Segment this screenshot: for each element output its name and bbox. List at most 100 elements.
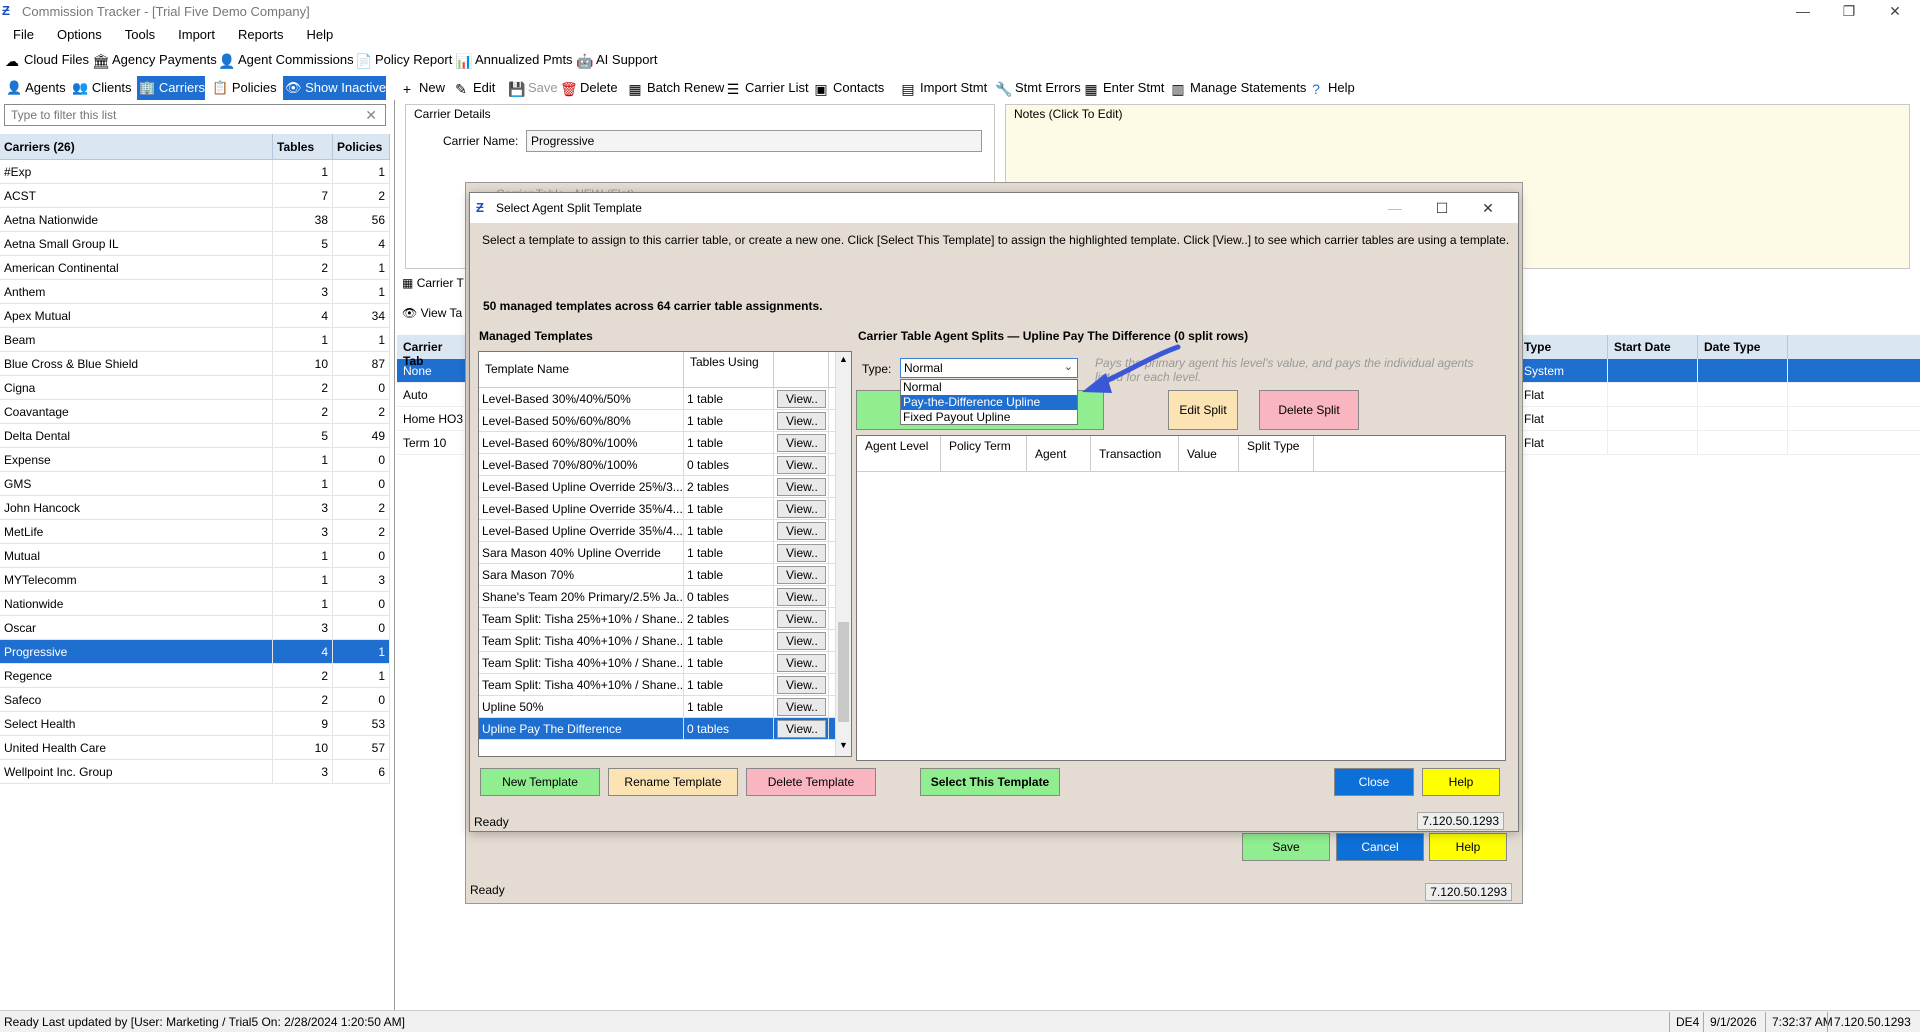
delete-split-button[interactable]: Delete Split xyxy=(1259,390,1359,430)
view-template-button[interactable]: View.. xyxy=(777,632,826,650)
carrier-row[interactable]: Mutual 1 0 xyxy=(0,544,390,568)
carrier-row[interactable]: Expense 1 0 xyxy=(0,448,390,472)
nav-agents[interactable]: 👤 Agents xyxy=(4,76,66,100)
col-split-type[interactable]: Split Type xyxy=(1239,436,1314,471)
template-row[interactable]: Team Split: Tisha 40%+10% / Shane... 1 ta… xyxy=(479,674,851,696)
col-start-date[interactable]: Start Date xyxy=(1608,335,1698,359)
type-option-pay-the-difference[interactable]: Pay-the-Difference Upline xyxy=(901,395,1077,410)
carrier-row[interactable]: #Exp 1 1 xyxy=(0,160,390,184)
maximize-button[interactable]: ❐ xyxy=(1826,0,1872,24)
template-row[interactable]: Team Split: Tisha 25%+10% / Shane... 2 ta… xyxy=(479,608,851,630)
save-button[interactable]: 💾 Save xyxy=(508,76,558,100)
template-row[interactable]: Sara Mason 70% 1 table View.. xyxy=(479,564,851,586)
view-template-button[interactable]: View.. xyxy=(777,588,826,606)
carrier-name-field[interactable]: Progressive xyxy=(526,130,982,152)
carrier-row[interactable]: Aetna Nationwide 38 56 xyxy=(0,208,390,232)
show-inactive-toggle[interactable]: 👁 Show Inactive xyxy=(283,76,386,100)
scroll-thumb[interactable] xyxy=(838,622,849,722)
agency-payments-button[interactable]: 🏛 Agency Payments xyxy=(92,48,217,72)
carrier-row[interactable]: MYTelecomm 1 3 xyxy=(0,568,390,592)
template-row[interactable]: Level-Based 50%/60%/80% 1 table View.. xyxy=(479,410,851,432)
carrier-row[interactable]: Nationwide 1 0 xyxy=(0,592,390,616)
template-row[interactable]: Shane's Team 20% Primary/2.5% Ja... 0 tab… xyxy=(479,586,851,608)
carrier-row[interactable]: Wellpoint Inc. Group 3 6 xyxy=(0,760,390,784)
carrier-row[interactable]: Blue Cross & Blue Shield 10 87 xyxy=(0,352,390,376)
agent-commissions-button[interactable]: 👤 Agent Commissions xyxy=(218,48,354,72)
col-tables-using[interactable]: Tables Using xyxy=(684,352,774,387)
menu-options[interactable]: Options xyxy=(44,24,112,42)
col-type[interactable]: Type xyxy=(1518,335,1608,359)
carrier-row[interactable]: Oscar 3 0 xyxy=(0,616,390,640)
new-button[interactable]: + New xyxy=(399,76,445,100)
back-save-button[interactable]: Save xyxy=(1242,833,1330,861)
view-template-button[interactable]: View.. xyxy=(777,676,826,694)
cloud-files-button[interactable]: ☁ Cloud Files xyxy=(4,48,89,72)
col-agent[interactable]: Agent xyxy=(1027,436,1091,471)
template-row[interactable]: Upline 50% 1 table View.. xyxy=(479,696,851,718)
nav-clients[interactable]: 👥 Clients xyxy=(70,76,132,100)
dialog-maximize-button[interactable]: ☐ xyxy=(1422,197,1462,219)
manage-statements-button[interactable]: ▥ Manage Statements xyxy=(1170,76,1306,100)
dialog-help-button[interactable]: Help xyxy=(1422,768,1500,796)
scroll-down-icon[interactable]: ▼ xyxy=(839,740,848,750)
type-select[interactable]: Normal ⌄ xyxy=(900,358,1078,378)
template-row[interactable]: Team Split: Tisha 40%+10% / Shane... 1 ta… xyxy=(479,652,851,674)
contacts-button[interactable]: ▣ Contacts xyxy=(813,76,884,100)
carrier-row[interactable]: Beam 1 1 xyxy=(0,328,390,352)
rename-template-button[interactable]: Rename Template xyxy=(608,768,738,796)
carrier-row[interactable]: ACST 7 2 xyxy=(0,184,390,208)
carrier-row[interactable]: Select Health 9 53 xyxy=(0,712,390,736)
dialog-close-btn[interactable]: Close xyxy=(1334,768,1414,796)
close-button[interactable]: ✕ xyxy=(1872,0,1918,24)
template-row[interactable]: Sara Mason 40% Upline Override 1 table Vie… xyxy=(479,542,851,564)
clear-filter-icon[interactable]: ✕ xyxy=(365,107,377,124)
col-policy-term[interactable]: Policy Term xyxy=(941,436,1027,471)
carrier-row[interactable]: Aetna Small Group IL 5 4 xyxy=(0,232,390,256)
col-template-name[interactable]: Template Name xyxy=(479,352,684,387)
filter-input[interactable] xyxy=(9,106,349,124)
tab-carrier-tables[interactable]: ▦ Carrier T xyxy=(402,276,464,290)
carrier-row[interactable]: Anthem 3 1 xyxy=(0,280,390,304)
view-template-button[interactable]: View.. xyxy=(777,478,826,496)
minimize-button[interactable]: — xyxy=(1780,0,1826,24)
carrier-row[interactable]: Cigna 2 0 xyxy=(0,376,390,400)
menu-help[interactable]: Help xyxy=(294,24,344,42)
carrier-row[interactable]: GMS 1 0 xyxy=(0,472,390,496)
ai-support-button[interactable]: 🤖 AI Support xyxy=(576,48,657,72)
stmt-errors-button[interactable]: 🔧 Stmt Errors xyxy=(995,76,1081,100)
col-transaction[interactable]: Transaction xyxy=(1091,436,1179,471)
nav-carriers[interactable]: 🏢 Carriers xyxy=(137,76,205,100)
view-template-button[interactable]: View.. xyxy=(777,610,826,628)
view-template-button[interactable]: View.. xyxy=(777,566,826,584)
carrier-row[interactable]: MetLife 3 2 xyxy=(0,520,390,544)
menu-reports[interactable]: Reports xyxy=(225,24,294,42)
view-template-button[interactable]: View.. xyxy=(777,522,826,540)
carrier-row[interactable]: Delta Dental 5 49 xyxy=(0,424,390,448)
template-row[interactable]: Upline Pay The Difference 0 tables View.. xyxy=(479,718,851,740)
col-agent-level[interactable]: Agent Level xyxy=(857,436,941,471)
template-row[interactable]: Level-Based 60%/80%/100% 1 table View.. xyxy=(479,432,851,454)
carrier-row[interactable]: Apex Mutual 4 34 xyxy=(0,304,390,328)
view-template-button[interactable]: View.. xyxy=(777,412,826,430)
delete-button[interactable]: 🗑 Delete xyxy=(560,76,618,100)
back-help-button[interactable]: Help xyxy=(1429,833,1507,861)
view-template-button[interactable]: View.. xyxy=(777,434,826,452)
template-row[interactable]: Level-Based 30%/40%/50% 1 table View.. xyxy=(479,388,851,410)
enter-stmt-button[interactable]: ▦ Enter Stmt xyxy=(1083,76,1164,100)
carrier-row[interactable]: Progressive 4 1 xyxy=(0,640,390,664)
menu-import[interactable]: Import xyxy=(165,24,225,42)
carrier-row[interactable]: United Health Care 10 57 xyxy=(0,736,390,760)
carrier-list-button[interactable]: ☰ Carrier List xyxy=(725,76,809,100)
back-cancel-button[interactable]: Cancel xyxy=(1336,833,1424,861)
template-row[interactable]: Level-Based Upline Override 35%/4... 1 ta… xyxy=(479,498,851,520)
view-template-button[interactable]: View.. xyxy=(777,544,826,562)
carrier-row[interactable]: American Continental 2 1 xyxy=(0,256,390,280)
select-template-button[interactable]: Select This Template xyxy=(920,768,1060,796)
menu-file[interactable]: File xyxy=(0,24,44,42)
template-row[interactable]: Team Split: Tisha 40%+10% / Shane... 1 ta… xyxy=(479,630,851,652)
nav-policies[interactable]: 📋 Policies xyxy=(210,76,277,100)
menu-tools[interactable]: Tools xyxy=(112,24,165,42)
col-date-type[interactable]: Date Type xyxy=(1698,335,1788,359)
col-policies[interactable]: Policies xyxy=(333,134,390,159)
type-option-normal[interactable]: Normal xyxy=(901,380,1077,395)
